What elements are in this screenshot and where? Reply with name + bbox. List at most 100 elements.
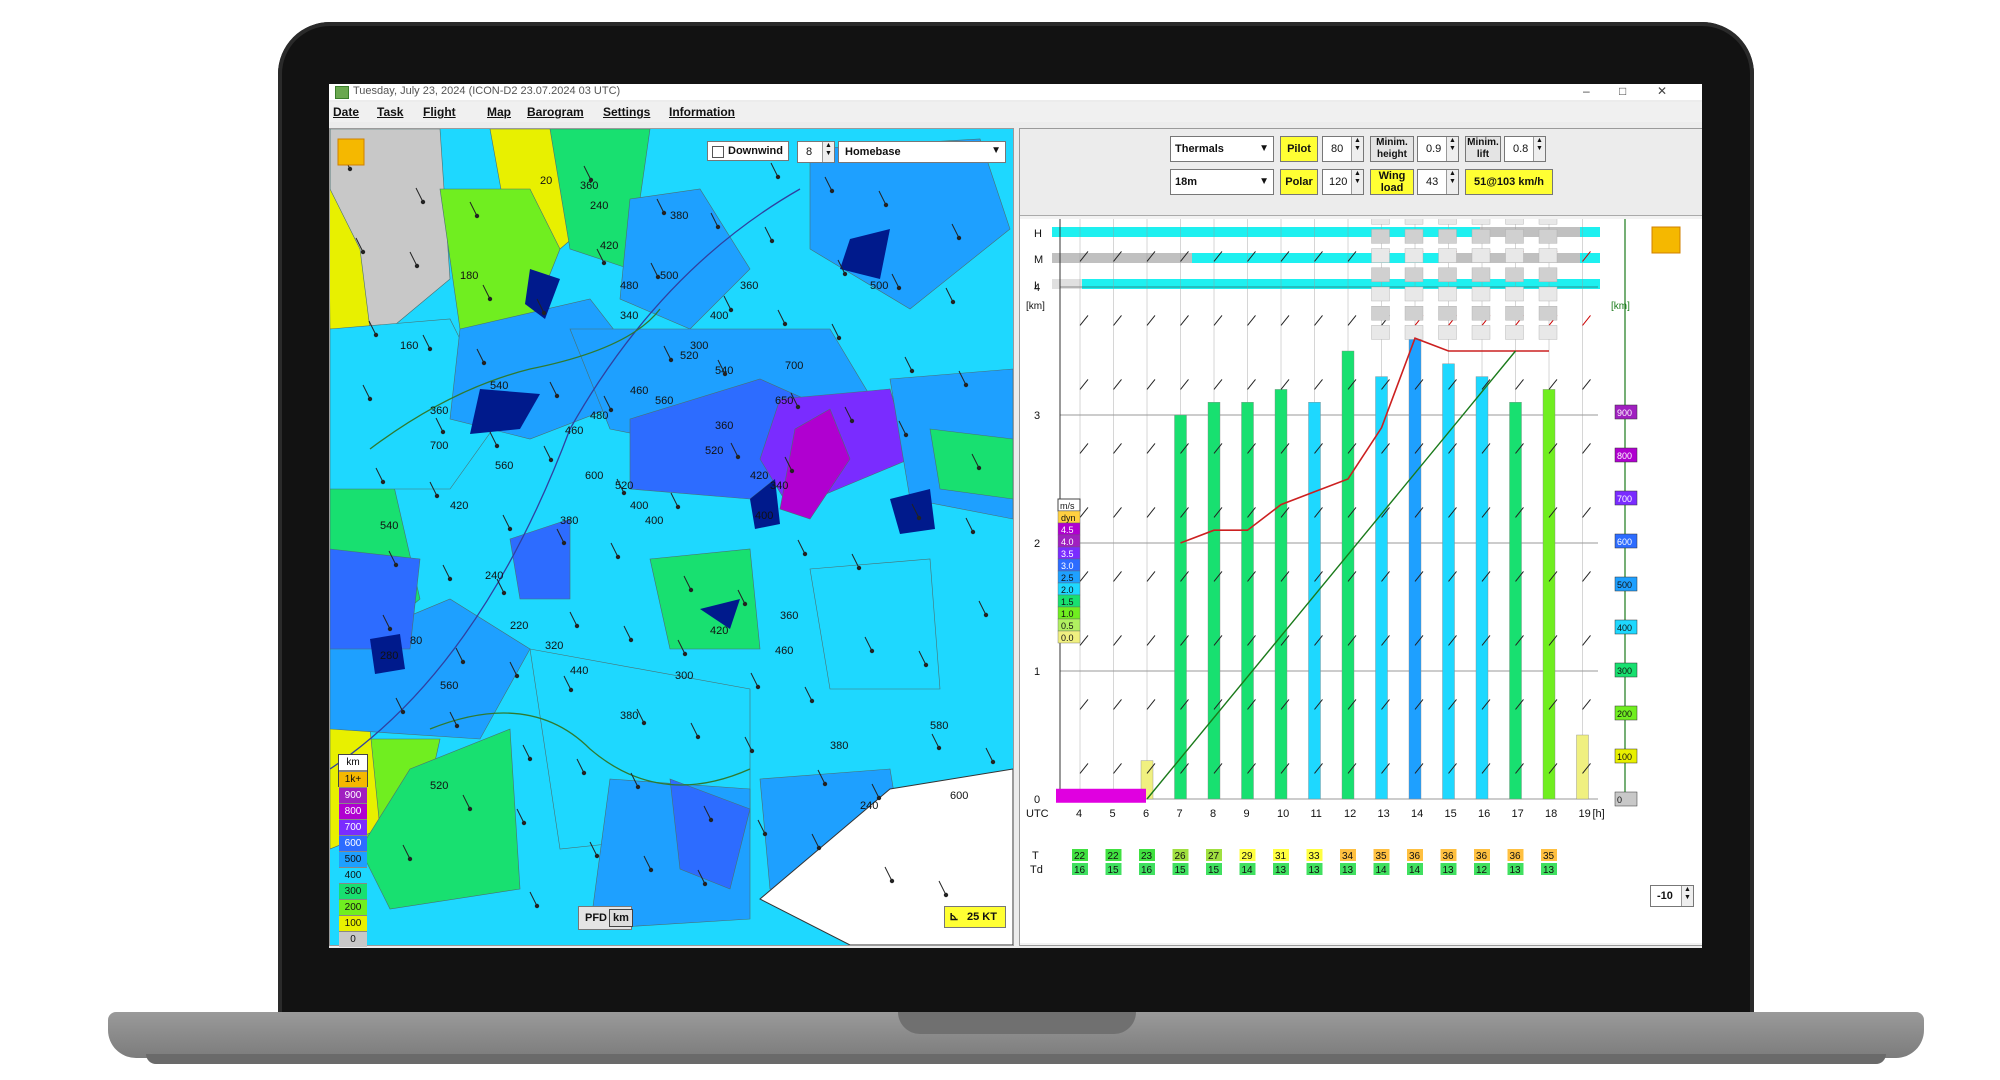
menu-settings[interactable]: Settings — [603, 105, 650, 119]
location-select-value: Homebase — [845, 146, 901, 158]
menu-date[interactable]: Date — [333, 105, 359, 119]
temperature-value: 27 — [1208, 851, 1220, 862]
maximize-icon[interactable]: □ — [1619, 84, 1626, 98]
legend-entry: 400 — [339, 867, 367, 883]
chevron-down-icon[interactable]: ▼ — [1259, 143, 1269, 154]
legend-entry: 700 — [339, 819, 367, 835]
hour-unit-label: [h] — [1593, 808, 1605, 820]
map-panel[interactable]: 20 240 380 420 360 180 500 480 500 360 340 400 300 52… — [329, 128, 1014, 947]
menu-barogram[interactable]: Barogram — [527, 105, 584, 119]
cloud-block — [1438, 209, 1457, 225]
utc-label: UTC — [1026, 808, 1049, 820]
td-row-label: Td — [1030, 864, 1043, 876]
location-select[interactable]: Homebase ▼ — [838, 141, 1006, 163]
height-tick-label: 0 — [1034, 794, 1040, 806]
map-value-label: 560 — [655, 395, 673, 407]
cloud-block — [1538, 305, 1558, 321]
menu-map[interactable]: Map — [487, 105, 511, 119]
wind-barb-dot — [675, 504, 681, 510]
stepper-arrows-icon[interactable]: ▲ ▼ — [1351, 170, 1363, 194]
pfd-button[interactable]: PFD — [585, 912, 607, 924]
thermal-map[interactable]: 20240380420360180 500480 500360340 40030052… — [330, 129, 1013, 945]
temperature-value: 34 — [1342, 851, 1354, 862]
wind-barb-dot — [601, 260, 607, 266]
close-icon[interactable]: ✕ — [1657, 84, 1667, 98]
chart-corner-marker — [1651, 226, 1681, 254]
wind-barb-dot — [393, 562, 399, 568]
legend-entry: 300 — [339, 883, 367, 899]
wind-scale-indicator: ⊾ 25 KT — [944, 906, 1006, 928]
wind-barb-dot — [400, 709, 406, 715]
chevron-down-icon[interactable]: ▼ — [991, 145, 1001, 156]
wind-barb-dot — [427, 346, 433, 352]
thermal-column — [1542, 389, 1556, 800]
wind-barb — [1113, 699, 1122, 710]
min-lift-stepper[interactable]: 0.8 ▲ ▼ — [1504, 136, 1546, 162]
wind-barb-dot — [407, 856, 413, 862]
stepper-arrows-icon[interactable]: ▲ ▼ — [1446, 137, 1458, 161]
wind-barb — [1113, 635, 1122, 646]
stepper-arrows-icon[interactable]: ▲ ▼ — [822, 142, 834, 162]
min-height-stepper[interactable]: 0.9 ▲ ▼ — [1417, 136, 1459, 162]
glider-class-select[interactable]: 18m ▼ — [1170, 169, 1274, 195]
wind-barb — [1079, 315, 1089, 326]
map-value-label: 360 — [780, 610, 798, 622]
map-value-label: 440 — [570, 665, 588, 677]
map-value-label: 500 — [870, 280, 888, 292]
forecast-type-select[interactable]: Thermals ▼ — [1170, 136, 1274, 162]
offset-stepper[interactable]: -10 ▲ ▼ — [1650, 885, 1694, 907]
map-value-label: 600 — [585, 470, 603, 482]
polar-stepper[interactable]: 120 ▲ ▼ — [1322, 169, 1364, 195]
wind-barb-dot — [487, 296, 493, 302]
chevron-down-icon[interactable]: ▼ — [1259, 176, 1269, 187]
checkbox-box-icon[interactable] — [712, 146, 724, 158]
pilot-weight-stepper[interactable]: 80 ▲ ▼ — [1322, 136, 1364, 162]
wind-barb-dot — [816, 845, 822, 851]
wind-barb-dot — [970, 529, 976, 535]
temperature-line — [1146, 350, 1517, 800]
stepper-arrows-icon[interactable]: ▲ ▼ — [1446, 170, 1458, 194]
glider-class-value: 18m — [1175, 176, 1198, 188]
climb-legend-label: 4.0 — [1061, 537, 1074, 547]
wind-barb-dot — [708, 817, 714, 823]
wind-barb-dot — [822, 781, 828, 787]
wind-barb-dot — [534, 903, 540, 909]
minimize-icon[interactable]: – — [1583, 84, 1590, 98]
menu-information[interactable]: Information — [669, 105, 735, 119]
legend-entry: 0 — [339, 931, 367, 947]
menu-flight[interactable]: Flight — [423, 105, 456, 119]
map-value-label: 380 — [560, 515, 578, 527]
wing-load-stepper[interactable]: 43 ▲ ▼ — [1417, 169, 1459, 195]
wind-barb-dot — [742, 601, 748, 607]
wind-barb-dot — [635, 784, 641, 790]
cloud-block — [1538, 229, 1558, 244]
dewpoint-value: 13 — [1275, 865, 1287, 876]
hour-stepper[interactable]: 8 ▲ ▼ — [797, 141, 835, 163]
wind-barb — [1280, 315, 1290, 326]
forecast-type-value: Thermals — [1175, 143, 1224, 155]
stepper-arrows-icon[interactable]: ▲ ▼ — [1681, 886, 1693, 906]
map-value-label: 560 — [495, 460, 513, 472]
map-value-label: 420 — [750, 470, 768, 482]
wind-barb — [1314, 379, 1323, 390]
dewpoint-value: 12 — [1476, 865, 1488, 876]
stepper-arrows-icon[interactable]: ▲ ▼ — [1533, 137, 1545, 161]
wind-barb-dot — [749, 748, 755, 754]
wind-barb-dot — [574, 623, 580, 629]
hour-tick-label: 10 — [1277, 808, 1289, 820]
temperature-value: 31 — [1275, 851, 1287, 862]
downwind-checkbox[interactable]: Downwind — [707, 141, 789, 161]
wind-barb-dot — [615, 554, 621, 560]
wind-barb — [1582, 507, 1591, 518]
cloud-block — [1371, 209, 1390, 225]
km-toggle-button[interactable]: km — [609, 909, 633, 927]
stepper-arrows-icon[interactable]: ▲ ▼ — [1351, 137, 1363, 161]
dewpoint-value: 15 — [1208, 865, 1220, 876]
cloud-cover-bar — [1052, 279, 1082, 289]
wind-barb — [1079, 571, 1089, 582]
menu-task[interactable]: Task — [377, 105, 403, 119]
wind-barb-dot — [923, 662, 929, 668]
cloud-block — [1505, 325, 1524, 340]
map-value-label: 360 — [740, 280, 758, 292]
dynamic-lift-bar — [1056, 788, 1146, 803]
